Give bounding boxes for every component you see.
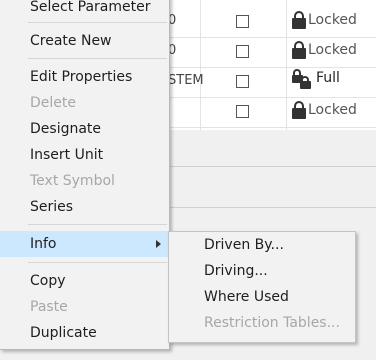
- access-status-label: Locked: [308, 12, 357, 28]
- menu-separator: [28, 58, 167, 59]
- menu-item-designate[interactable]: Designate: [0, 116, 169, 142]
- access-status-label: Full: [316, 70, 340, 86]
- lock-icon: [292, 11, 306, 29]
- menu-item-create-new[interactable]: Create New: [0, 28, 169, 54]
- menu-item-edit-properties[interactable]: Edit Properties: [0, 64, 169, 90]
- menu-item-select-parameter[interactable]: Select Parameter: [0, 0, 169, 20]
- submenu-item-driven-by[interactable]: Driven By...: [169, 232, 355, 258]
- locked-checkbox[interactable]: [236, 75, 249, 88]
- access-status[interactable]: Locked: [292, 101, 357, 119]
- access-status-label: Locked: [308, 42, 357, 58]
- access-status[interactable]: Locked: [292, 11, 357, 29]
- info-submenu: Driven By... Driving... Where Used Restr…: [168, 231, 356, 343]
- menu-item-text-symbol: Text Symbol: [30, 173, 115, 189]
- lock-mixed-icon: [292, 69, 314, 89]
- submenu-item-driving[interactable]: Driving...: [169, 258, 355, 284]
- menu-separator: [28, 22, 167, 23]
- menu-separator: [28, 224, 167, 225]
- menu-separator: [28, 262, 167, 263]
- menu-item-info[interactable]: Info: [0, 231, 169, 257]
- lock-icon: [292, 41, 306, 59]
- menu-item-duplicate[interactable]: Duplicate: [0, 320, 169, 346]
- menu-item-delete: Delete: [30, 95, 76, 111]
- locked-checkbox[interactable]: [236, 15, 249, 28]
- access-status[interactable]: Locked: [292, 41, 357, 59]
- lock-icon: [292, 101, 306, 119]
- submenu-arrow-icon: [156, 240, 161, 248]
- locked-checkbox[interactable]: [236, 105, 249, 118]
- context-menu: Select Parameter Create New Edit Propert…: [0, 0, 170, 350]
- table-cell-value: STEM: [168, 73, 204, 88]
- access-status-label: Locked: [308, 102, 357, 118]
- menu-item-info-label: Info: [30, 236, 57, 252]
- submenu-item-restriction-tables: Restriction Tables...: [204, 315, 340, 331]
- submenu-item-where-used[interactable]: Where Used: [169, 284, 355, 310]
- locked-checkbox[interactable]: [236, 45, 249, 58]
- menu-item-copy[interactable]: Copy: [0, 268, 169, 294]
- menu-item-paste: Paste: [30, 299, 68, 315]
- menu-item-insert-unit[interactable]: Insert Unit: [0, 142, 169, 168]
- access-status[interactable]: Full: [292, 69, 340, 89]
- menu-item-series[interactable]: Series: [0, 194, 169, 220]
